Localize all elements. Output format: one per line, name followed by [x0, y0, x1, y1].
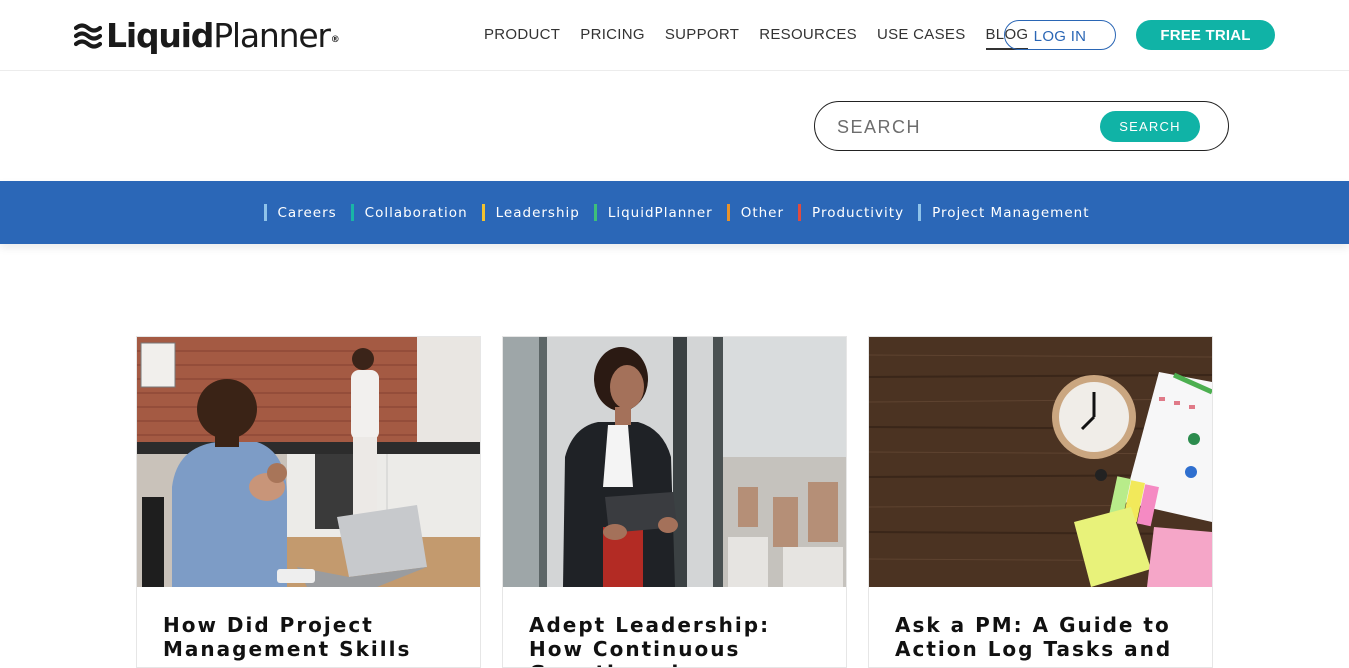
- category-color-marker: [918, 204, 922, 221]
- category-color-marker: [726, 204, 730, 221]
- category-label: Productivity: [812, 204, 905, 221]
- search-button[interactable]: SEARCH: [1100, 111, 1200, 142]
- category-label: Project Management: [932, 204, 1090, 221]
- nav-support[interactable]: SUPPORT: [665, 25, 739, 50]
- post-illustration: [137, 337, 480, 587]
- category-color-marker: [350, 204, 354, 221]
- registered-mark: ®: [330, 35, 340, 45]
- logo-word-liquid: Liquid: [106, 16, 214, 55]
- category-project-management[interactable]: Project Management: [918, 204, 1089, 221]
- category-color-marker: [481, 204, 485, 221]
- category-color-marker: [798, 204, 802, 221]
- category-other[interactable]: Other: [726, 204, 785, 221]
- category-label: Collaboration: [364, 204, 468, 221]
- category-color-marker: [593, 204, 597, 221]
- nav-resources[interactable]: RESOURCES: [759, 25, 857, 50]
- login-button[interactable]: LOG IN: [1004, 20, 1116, 50]
- logo-wordmark: LiquidPlanner®: [106, 16, 340, 55]
- category-bar: Careers Collaboration Leadership LiquidP…: [0, 181, 1349, 244]
- post-card[interactable]: How Did Project Management Skills: [136, 336, 481, 668]
- category-color-marker: [263, 204, 267, 221]
- post-illustration: [869, 337, 1212, 587]
- category-leadership[interactable]: Leadership: [481, 204, 580, 221]
- logo-word-planner: Planner: [213, 16, 331, 55]
- category-careers[interactable]: Careers: [263, 204, 337, 221]
- blog-search-form: SEARCH: [814, 101, 1229, 151]
- search-input[interactable]: [835, 114, 1089, 140]
- nav-pricing[interactable]: PRICING: [580, 25, 645, 50]
- liquidplanner-logo[interactable]: LiquidPlanner®: [74, 16, 340, 55]
- post-title[interactable]: Ask a PM: A Guide to Action Log Tasks an…: [895, 613, 1195, 661]
- category-collaboration[interactable]: Collaboration: [350, 204, 468, 221]
- category-liquidplanner[interactable]: LiquidPlanner: [593, 204, 713, 221]
- category-label: LiquidPlanner: [607, 204, 713, 221]
- category-productivity[interactable]: Productivity: [798, 204, 904, 221]
- post-title[interactable]: Adept Leadership: How Continuous Growth …: [529, 613, 829, 667]
- nav-use-cases[interactable]: USE CASES: [877, 25, 966, 50]
- post-image-businesswoman-tablet[interactable]: [503, 337, 846, 587]
- category-list: Careers Collaboration Leadership LiquidP…: [0, 181, 1349, 244]
- post-card[interactable]: Adept Leadership: How Continuous Growth …: [502, 336, 847, 668]
- post-card[interactable]: Ask a PM: A Guide to Action Log Tasks an…: [868, 336, 1213, 668]
- post-image-clock-calendar-notes[interactable]: [869, 337, 1212, 587]
- post-title[interactable]: How Did Project Management Skills: [163, 613, 463, 661]
- nav-product[interactable]: PRODUCT: [484, 25, 560, 50]
- category-label: Other: [740, 204, 785, 221]
- site-header: LiquidPlanner® PRODUCT PRICING SUPPORT R…: [0, 0, 1349, 71]
- category-label: Leadership: [495, 204, 580, 221]
- category-label: Careers: [277, 204, 337, 221]
- main-nav: PRODUCT PRICING SUPPORT RESOURCES USE CA…: [484, 25, 1048, 50]
- post-image-man-with-baby-laptop[interactable]: [137, 337, 480, 587]
- post-illustration: [503, 337, 846, 587]
- free-trial-button[interactable]: FREE TRIAL: [1136, 20, 1275, 50]
- liquidplanner-logo-icon: [74, 23, 102, 49]
